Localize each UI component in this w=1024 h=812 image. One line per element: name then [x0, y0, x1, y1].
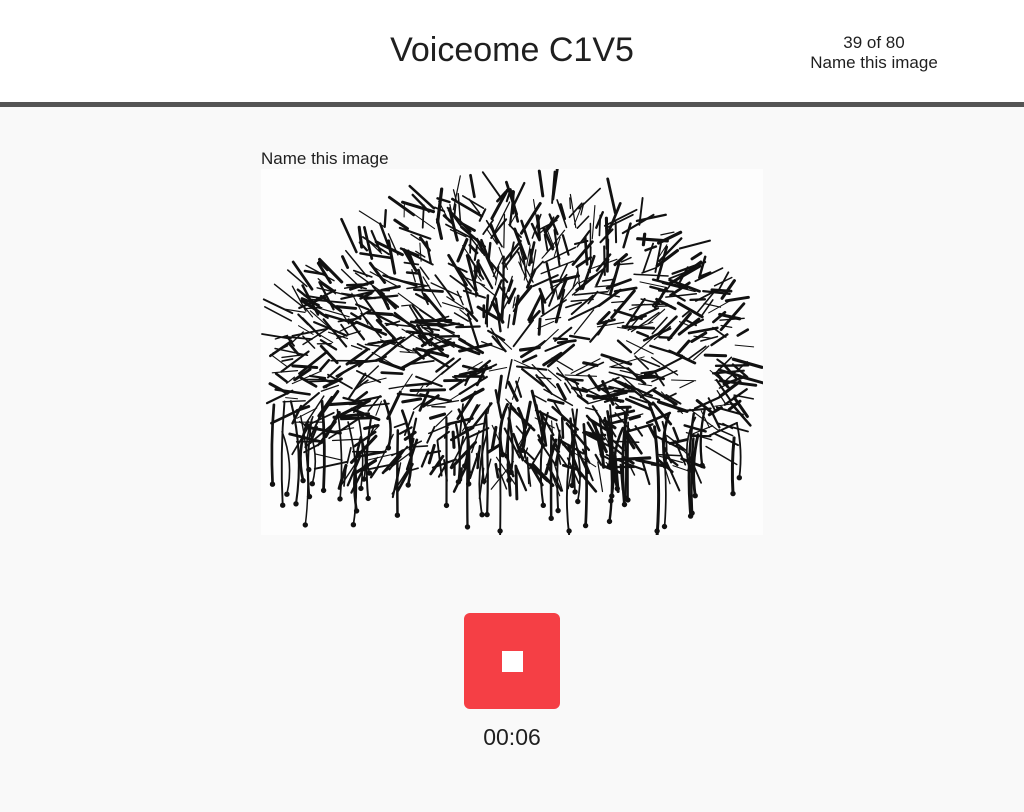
stimulus-image [261, 166, 768, 538]
stop-recording-button[interactable] [464, 613, 560, 709]
stop-icon [502, 651, 523, 672]
header-bar: Voiceome C1V5 39 of 80 Name this image [0, 0, 1024, 107]
task-prompt: Name this image [261, 149, 389, 168]
sea-urchin-drawing [261, 166, 768, 538]
progress-indicator: 39 of 80 Name this image [790, 33, 958, 73]
recording-timer: 00:06 [483, 724, 541, 750]
progress-task-name: Name this image [810, 53, 938, 72]
progress-count: 39 of 80 [843, 33, 905, 52]
